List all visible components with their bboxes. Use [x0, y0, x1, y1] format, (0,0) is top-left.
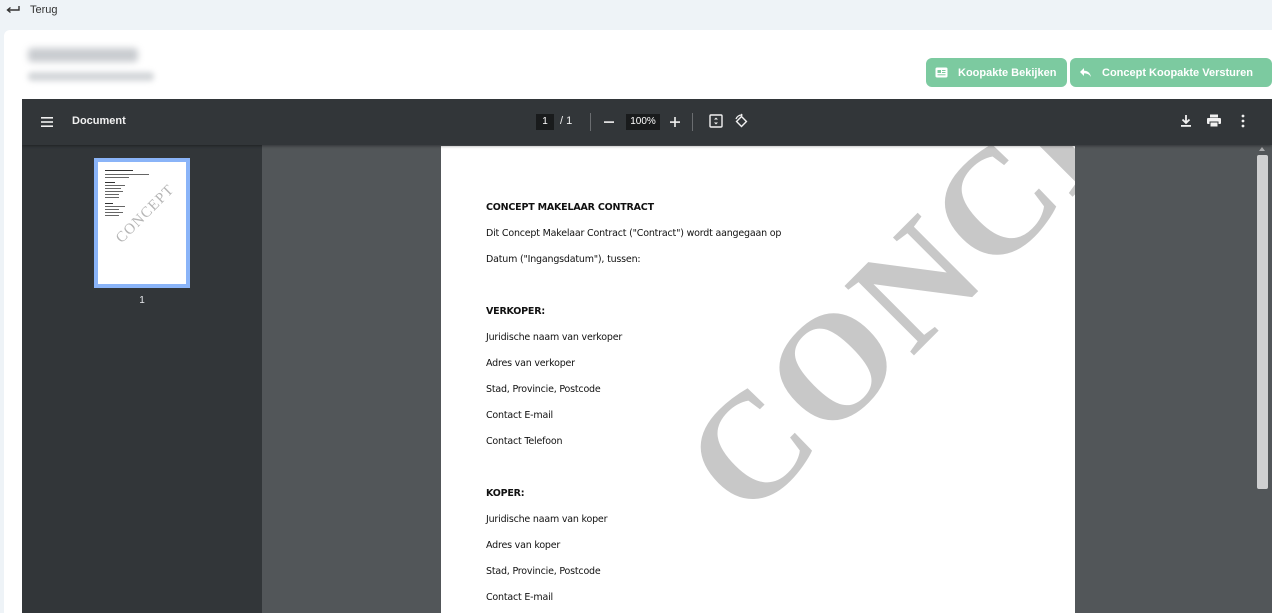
thumbnail-line — [105, 191, 123, 192]
page-count: / 1 — [560, 115, 572, 127]
page-number-input[interactable] — [536, 114, 554, 130]
back-label: Terug — [30, 4, 58, 16]
thumbnail-page-number: 1 — [139, 295, 145, 306]
property-title-redacted — [28, 48, 138, 62]
pdf-toolbar: Document / 1 — [22, 99, 1272, 145]
document-heading: CONCEPT MAKELAAR CONTRACT — [486, 202, 654, 213]
document-line: Dit Concept Makelaar Contract ("Contract… — [486, 228, 782, 239]
newspaper-icon — [935, 67, 948, 78]
send-draft-deed-label: Concept Koopakte Versturen — [1102, 66, 1253, 79]
concept-watermark: CONCEPT — [653, 146, 1075, 546]
print-icon[interactable] — [1206, 114, 1222, 128]
scrollbar-thumb[interactable] — [1257, 155, 1268, 489]
hamburger-menu-icon[interactable] — [40, 115, 54, 129]
thumbnail-line — [105, 170, 133, 171]
thumbnail-line — [105, 212, 123, 213]
more-vertical-icon[interactable] — [1238, 114, 1248, 128]
document-line: Contact E-mail — [486, 592, 553, 603]
document-line: Adres van verkoper — [486, 358, 575, 369]
reply-icon — [1080, 68, 1091, 77]
thumbnail-line — [105, 174, 149, 175]
document-line: Adres van koper — [486, 540, 561, 551]
document-heading: VERKOPER: — [486, 306, 545, 317]
thumbnail-line — [105, 188, 121, 189]
document-heading: KOPER: — [486, 488, 525, 499]
page-thumbnail[interactable]: CONCEPT — [94, 158, 190, 288]
zoom-out-icon[interactable] — [602, 113, 616, 131]
document-line: Contact E-mail — [486, 410, 553, 421]
view-deed-label: Koopakte Bekijken — [958, 66, 1057, 79]
document-line: Juridische naam van koper — [486, 514, 608, 525]
thumbnail-line — [105, 215, 119, 216]
thumbnail-line — [105, 177, 129, 178]
thumbnail-line — [105, 194, 119, 195]
zoom-in-icon[interactable] — [668, 113, 682, 131]
content-card: Koopakte Bekijken Concept Koopakte Verst… — [4, 30, 1272, 613]
total-pages: 1 — [566, 115, 573, 127]
thumbnail-line — [105, 182, 115, 183]
view-deed-button[interactable]: Koopakte Bekijken — [926, 58, 1067, 87]
document-title: Document — [72, 115, 126, 127]
toolbar-divider — [590, 113, 591, 131]
scroll-up-arrow-icon[interactable] — [1259, 147, 1265, 151]
thumbnail-line — [105, 203, 113, 204]
page-separator: / — [560, 115, 564, 127]
document-line: Stad, Provincie, Postcode — [486, 384, 601, 395]
back-link[interactable]: Terug — [6, 2, 58, 18]
document-line: Juridische naam van verkoper — [486, 332, 623, 343]
document-page: CONCEPT MAKELAAR CONTRACT Dit Concept Mak… — [441, 146, 1075, 613]
rotate-icon[interactable] — [733, 113, 749, 129]
zoom-input[interactable] — [626, 114, 660, 130]
arrow-return-left-icon — [6, 6, 20, 14]
document-line: Datum ("Ingangsdatum"), tussen: — [486, 254, 641, 265]
download-icon[interactable] — [1179, 114, 1193, 128]
thumbnail-sidebar: CONCEPT 1 — [22, 145, 262, 613]
document-line: Stad, Provincie, Postcode — [486, 566, 601, 577]
fit-to-page-icon[interactable] — [709, 114, 723, 128]
send-draft-deed-button[interactable]: Concept Koopakte Versturen — [1070, 58, 1272, 87]
document-line: Contact Telefoon — [486, 436, 563, 447]
thumbnail-line — [105, 206, 125, 207]
pdf-viewer: Document / 1 — [22, 99, 1272, 613]
thumbnail-line — [105, 197, 119, 198]
thumbnail-line — [105, 209, 119, 210]
toolbar-divider — [692, 113, 693, 131]
property-subtitle-redacted — [28, 72, 154, 81]
thumbnail-line — [105, 185, 125, 186]
